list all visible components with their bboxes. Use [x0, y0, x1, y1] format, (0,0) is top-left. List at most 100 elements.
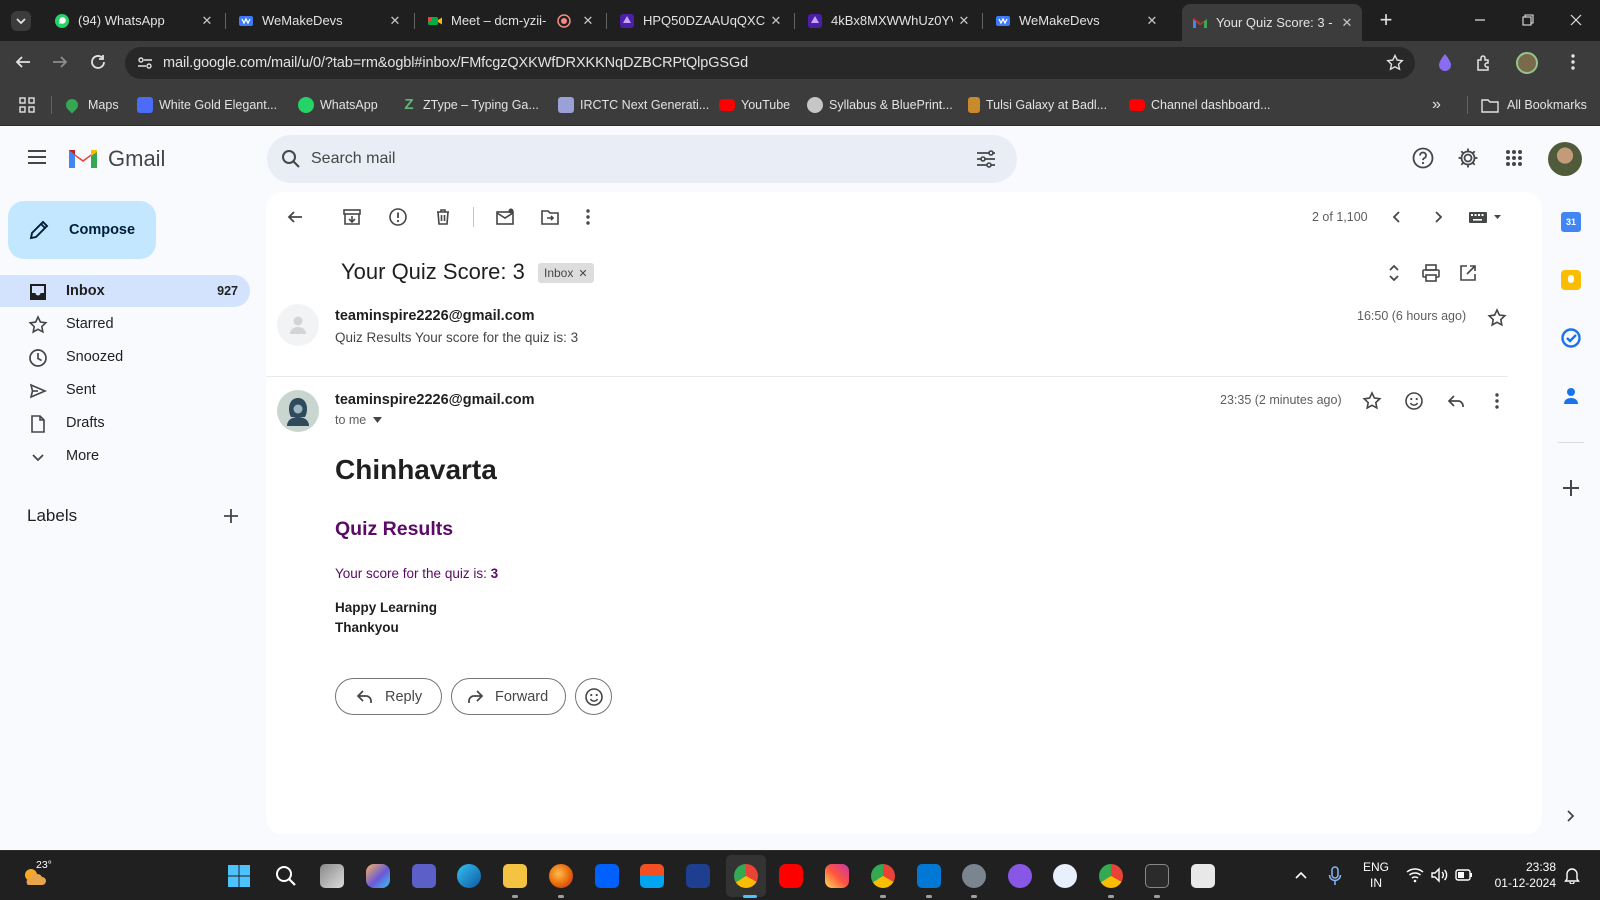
- tab-4kbx[interactable]: 4kBx8MXWWhUz0YV ✕: [797, 6, 979, 35]
- close-icon[interactable]: ✕: [1141, 10, 1163, 32]
- teams-icon[interactable]: [412, 864, 436, 888]
- volume-icon[interactable]: [1430, 867, 1448, 883]
- expand-all-icon[interactable]: [1384, 263, 1404, 283]
- more-vert-icon[interactable]: [578, 207, 598, 227]
- reply-icon[interactable]: [1446, 391, 1466, 411]
- chrome-icon[interactable]: [871, 864, 895, 888]
- windows-start-icon[interactable]: [227, 864, 251, 888]
- clock-widget[interactable]: 23:38 01-12-2024: [1486, 859, 1556, 891]
- add-label-icon[interactable]: [223, 508, 239, 524]
- restore-button[interactable]: [1514, 6, 1542, 34]
- close-icon[interactable]: ✕: [953, 10, 975, 32]
- mark-unread-icon[interactable]: [495, 207, 515, 227]
- copilot-icon[interactable]: [366, 864, 390, 888]
- chrome-icon[interactable]: [1099, 864, 1123, 888]
- close-icon[interactable]: ✕: [196, 10, 218, 32]
- forward-button[interactable]: [46, 48, 74, 76]
- apps-grid-icon[interactable]: [18, 96, 36, 114]
- tab-wemakedevs-2[interactable]: WeMakeDevs ✕: [985, 6, 1167, 35]
- newer-chevron-left-icon[interactable]: [1387, 207, 1407, 227]
- notification-bell-icon[interactable]: [1564, 866, 1580, 884]
- close-icon[interactable]: ✕: [384, 10, 406, 32]
- instagram-icon[interactable]: [825, 864, 849, 888]
- firefox-icon[interactable]: [549, 864, 573, 888]
- tab-whatsapp[interactable]: (94) WhatsApp ✕: [44, 6, 222, 35]
- get-addons-plus-icon[interactable]: [1562, 479, 1580, 497]
- bookmark-syllabus[interactable]: Syllabus & BluePrint...: [807, 96, 953, 114]
- bookmark-channel-dashboard[interactable]: Channel dashboard...: [1129, 96, 1271, 114]
- star-icon[interactable]: [1487, 308, 1507, 328]
- remove-label-icon[interactable]: ✕: [578, 267, 587, 280]
- back-to-inbox-icon[interactable]: [285, 207, 305, 227]
- search-bar[interactable]: Search mail: [267, 135, 1017, 183]
- tab-wemakedevs[interactable]: WeMakeDevs ✕: [228, 6, 410, 35]
- print-icon[interactable]: [1421, 263, 1441, 283]
- sender-email[interactable]: teaminspire2226@gmail.com: [335, 392, 535, 408]
- app-icon[interactable]: [686, 864, 710, 888]
- microsoft-store-icon[interactable]: [640, 864, 664, 888]
- account-avatar[interactable]: [1548, 142, 1582, 176]
- input-tools-keyboard-icon[interactable]: [1468, 209, 1504, 225]
- app-icon[interactable]: [1053, 864, 1077, 888]
- sidebar-item-more[interactable]: More: [0, 440, 250, 472]
- back-button[interactable]: [9, 48, 37, 76]
- star-icon[interactable]: [1386, 54, 1404, 72]
- bookmark-tulsi[interactable]: Tulsi Galaxy at Badl...: [968, 96, 1107, 114]
- sidebar-item-sent[interactable]: Sent: [0, 374, 250, 406]
- snipping-tool-icon[interactable]: [1191, 864, 1215, 888]
- tab-hpq[interactable]: HPQ50DZAAUqQXCt ✕: [609, 6, 791, 35]
- menu-icon[interactable]: [27, 149, 47, 165]
- collapsed-message[interactable]: teaminspire2226@gmail.com Quiz Results Y…: [266, 300, 1542, 370]
- sidebar-item-starred[interactable]: Starred: [0, 308, 250, 340]
- settings-gear-icon[interactable]: [1457, 147, 1479, 169]
- battery-icon[interactable]: [1455, 869, 1473, 881]
- tab-gmail-active[interactable]: Your Quiz Score: 3 - t ✕: [1182, 4, 1362, 41]
- gmail-logo-icon[interactable]: [67, 146, 99, 170]
- tasks-icon[interactable]: [1561, 328, 1581, 348]
- site-settings-icon[interactable]: [137, 56, 153, 70]
- window-close-button[interactable]: [1562, 6, 1590, 34]
- dropbox-icon[interactable]: [595, 864, 619, 888]
- chrome-icon[interactable]: [734, 864, 758, 888]
- chevron-up-icon[interactable]: [1294, 869, 1308, 881]
- recipients-toggle[interactable]: to me: [335, 413, 383, 427]
- edge-icon[interactable]: [457, 864, 481, 888]
- reply-button[interactable]: Reply: [335, 678, 442, 715]
- file-explorer-icon[interactable]: [503, 864, 527, 888]
- bookmark-maps[interactable]: Maps: [63, 96, 119, 114]
- task-view-icon[interactable]: [320, 864, 344, 888]
- more-vert-icon[interactable]: [1570, 53, 1576, 71]
- add-reaction-emoji-icon[interactable]: [1404, 391, 1424, 411]
- bookmark-youtube[interactable]: YouTube: [719, 96, 790, 114]
- close-icon[interactable]: ✕: [765, 10, 787, 32]
- bookmark-white-gold[interactable]: White Gold Elegant...: [137, 96, 277, 114]
- address-bar[interactable]: mail.google.com/mail/u/0/?tab=rm&ogbl#in…: [125, 47, 1415, 79]
- compose-button[interactable]: Compose: [8, 201, 156, 259]
- new-tab-button[interactable]: +: [1372, 6, 1400, 34]
- reload-button[interactable]: [84, 48, 112, 76]
- help-icon[interactable]: [1412, 147, 1434, 169]
- bookmark-whatsapp[interactable]: WhatsApp: [298, 96, 378, 114]
- search-icon[interactable]: [281, 149, 301, 169]
- calendar-icon[interactable]: 31: [1561, 212, 1581, 232]
- extensions-icon[interactable]: [1475, 54, 1493, 72]
- wifi-icon[interactable]: [1406, 867, 1424, 883]
- weather-widget[interactable]: 23°: [20, 859, 52, 889]
- close-icon[interactable]: ✕: [577, 10, 599, 32]
- contacts-icon[interactable]: [1561, 386, 1581, 406]
- emoji-react-button[interactable]: [575, 678, 612, 715]
- sender-email[interactable]: teaminspire2226@gmail.com: [335, 308, 535, 324]
- close-icon[interactable]: ✕: [1336, 12, 1358, 34]
- settings-icon[interactable]: [962, 864, 986, 888]
- all-bookmarks-button[interactable]: All Bookmarks: [1481, 96, 1587, 114]
- keep-icon[interactable]: [1561, 270, 1581, 290]
- more-vert-icon[interactable]: [1487, 391, 1507, 411]
- youtube-icon[interactable]: [779, 864, 803, 888]
- star-icon[interactable]: [1362, 391, 1382, 411]
- terminal-icon[interactable]: [1145, 864, 1169, 888]
- move-to-icon[interactable]: [540, 207, 560, 227]
- sidebar-item-inbox[interactable]: Inbox 927: [0, 275, 250, 307]
- more-bookmarks-button[interactable]: »: [1432, 96, 1441, 114]
- tab-google-meet[interactable]: Meet – dcm-yzii- ✕: [417, 6, 603, 35]
- older-chevron-right-icon[interactable]: [1428, 207, 1448, 227]
